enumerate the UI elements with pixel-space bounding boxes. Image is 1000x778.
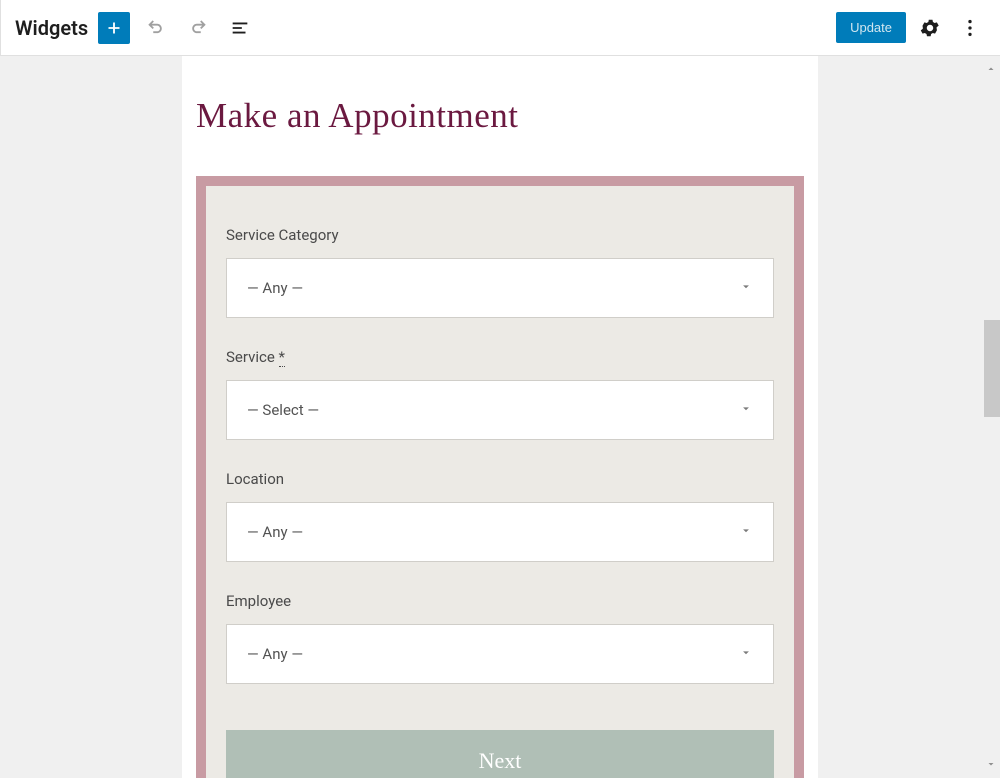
service-group: Service * — Select — [226,348,774,440]
chevron-down-icon [739,401,753,420]
service-select[interactable]: — Select — [226,380,774,440]
chevron-down-icon [739,645,753,664]
appointment-form-container: Service Category — Any — Service * — Sel… [196,176,804,778]
page-title: Widgets [15,16,88,40]
appointment-heading: Make an Appointment [196,96,818,136]
top-toolbar: Widgets Update [0,0,1000,56]
redo-button[interactable] [182,12,214,44]
location-group: Location — Any — [226,470,774,562]
service-category-select[interactable]: — Any — [226,258,774,318]
required-indicator: * [279,348,285,367]
employee-group: Employee — Any — [226,592,774,684]
scrollbar-thumb[interactable] [984,320,1000,417]
toolbar-left: Widgets [15,12,256,44]
plus-icon [103,17,125,39]
undo-button[interactable] [140,12,172,44]
service-value: — Select — [247,401,319,419]
chevron-down-icon [739,279,753,298]
options-button[interactable] [954,12,986,44]
location-select[interactable]: — Any — [226,502,774,562]
service-category-value: — Any — [247,279,303,297]
editor-content-area: Make an Appointment Service Category — A… [0,56,1000,778]
employee-label: Employee [226,592,774,610]
scroll-up-button[interactable] [985,60,997,79]
add-block-button[interactable] [98,12,130,44]
more-vertical-icon [959,17,981,39]
service-category-label: Service Category [226,226,774,244]
employee-value: — Any — [247,645,303,663]
chevron-up-icon [985,63,997,75]
next-button[interactable]: Next [226,730,774,778]
service-label: Service * [226,348,774,366]
service-category-group: Service Category — Any — [226,226,774,318]
undo-icon [145,17,167,39]
location-label: Location [226,470,774,488]
list-view-button[interactable] [224,12,256,44]
appointment-form: Service Category — Any — Service * — Sel… [206,186,794,778]
chevron-down-icon [985,758,997,770]
list-view-icon [229,17,251,39]
location-value: — Any — [247,523,303,541]
update-button[interactable]: Update [836,12,906,43]
gear-icon [919,17,941,39]
settings-button[interactable] [914,12,946,44]
editor-canvas: Make an Appointment Service Category — A… [182,56,818,778]
chevron-down-icon [739,523,753,542]
toolbar-right: Update [836,12,986,44]
employee-select[interactable]: — Any — [226,624,774,684]
scroll-down-button[interactable] [985,755,997,774]
redo-icon [187,17,209,39]
